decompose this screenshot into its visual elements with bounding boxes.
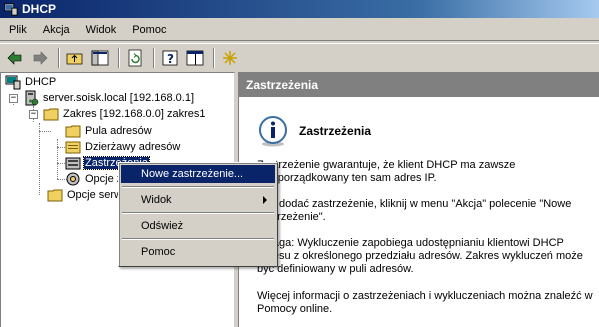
dhcp-console-icon xyxy=(5,75,21,90)
svg-text:?: ? xyxy=(167,52,174,66)
menu-separator xyxy=(122,212,274,214)
tree-server[interactable]: server.soisk.local [192.168.0.1] xyxy=(23,90,195,106)
help-icon xyxy=(186,50,204,65)
toolbar-separator xyxy=(213,47,215,68)
toolbar-separator xyxy=(118,47,120,68)
menu-plik[interactable]: Plik xyxy=(4,22,32,38)
menu-akcja[interactable]: Akcja xyxy=(38,22,75,38)
server-icon xyxy=(25,90,39,106)
new-item-icon xyxy=(223,50,237,65)
properties-button[interactable]: ? xyxy=(159,47,181,69)
description-paragraph: Aby dodać zastrzeżenie, kliknij w menu "… xyxy=(257,198,572,223)
pane-title: Zastrzeżenia xyxy=(299,124,372,138)
tree-scope[interactable]: Zakres [192.168.0.0] zakres1 xyxy=(43,106,206,122)
server-options-icon xyxy=(47,189,63,202)
scope-options-icon xyxy=(66,172,80,186)
forward-icon xyxy=(33,50,48,65)
tree-line xyxy=(39,123,40,195)
new-item-button[interactable] xyxy=(219,47,241,69)
tree-item-leases[interactable]: Dzierżawy adresów xyxy=(65,139,181,155)
properties-icon: ? xyxy=(162,50,178,66)
pane-header: Zastrzeżenia xyxy=(239,73,599,97)
address-pool-icon xyxy=(65,125,81,138)
info-icon xyxy=(259,116,287,147)
title-bar: DHCP xyxy=(0,0,599,18)
refresh-icon xyxy=(128,49,142,66)
menu-item-view[interactable]: Widok xyxy=(121,191,275,209)
expander-server[interactable]: − xyxy=(9,94,18,103)
description-paragraph: Uwaga: Wykluczenie zapobiega udostępnian… xyxy=(257,237,583,275)
toolbar-separator xyxy=(58,47,60,68)
description-paragraph: Więcej informacji o zastrzeżeniach i wyk… xyxy=(257,290,593,315)
refresh-button[interactable] xyxy=(124,47,146,69)
back-icon xyxy=(7,50,22,65)
back-button[interactable] xyxy=(4,47,26,69)
show-hide-tree-icon xyxy=(91,50,109,65)
menu-widok[interactable]: Widok xyxy=(81,22,122,38)
menu-pomoc[interactable]: Pomoc xyxy=(127,22,171,38)
menu-item-new-reservation[interactable]: Nowe zastrzeżenie... xyxy=(121,165,275,183)
expander-scope[interactable]: − xyxy=(29,110,38,119)
tree-root-dhcp[interactable]: DHCP xyxy=(5,74,57,90)
pane-title-row: Zastrzeżenia xyxy=(257,115,371,147)
leases-icon xyxy=(65,141,81,154)
menu-separator xyxy=(122,186,274,188)
up-level-button[interactable] xyxy=(64,47,86,69)
description-paragraph: Zastrzeżenie gwarantuje, że klient DHCP … xyxy=(257,159,516,184)
toolbar: ? xyxy=(0,43,599,71)
toolbar-separator xyxy=(153,47,155,68)
description-pane: Zastrzeżenia Zastrzeżenia Zastrzeżenie g… xyxy=(238,72,599,327)
menu-item-refresh[interactable]: Odśwież xyxy=(121,217,275,235)
up-folder-icon xyxy=(66,53,83,64)
forward-button[interactable] xyxy=(29,47,51,69)
tree-line xyxy=(57,139,58,179)
context-menu: Nowe zastrzeżenie... Widok Odśwież Pomoc xyxy=(118,162,278,267)
folder-icon xyxy=(43,108,59,121)
menu-separator xyxy=(122,238,274,240)
window-title: DHCP xyxy=(22,2,57,16)
dhcp-app-icon xyxy=(4,3,18,16)
tree-item-address-pool[interactable]: Pula adresów xyxy=(65,123,153,139)
menu-bar: Plik Akcja Widok Pomoc xyxy=(0,19,599,41)
menu-item-help[interactable]: Pomoc xyxy=(121,243,275,261)
show-hide-tree-button[interactable] xyxy=(89,47,111,69)
tree-line xyxy=(39,131,51,132)
reservations-icon xyxy=(65,157,81,170)
submenu-arrow-icon xyxy=(263,196,267,204)
help-button[interactable] xyxy=(184,47,206,69)
